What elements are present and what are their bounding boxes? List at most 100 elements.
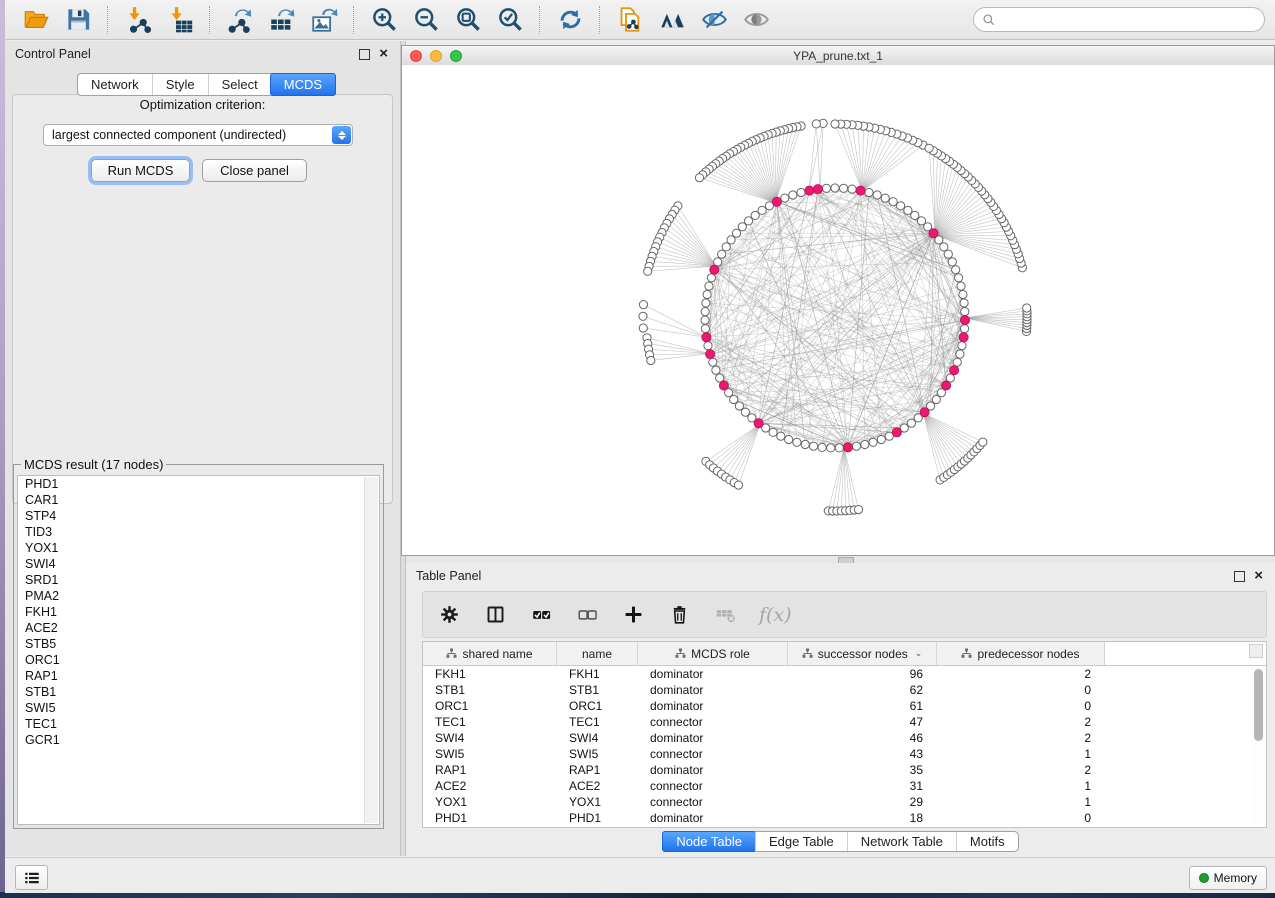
ring-node[interactable] xyxy=(810,442,818,450)
ring-node[interactable] xyxy=(889,198,897,206)
ring-node[interactable] xyxy=(881,194,889,202)
ring-node[interactable] xyxy=(911,211,919,219)
ring-node[interactable] xyxy=(953,358,961,366)
table-row[interactable]: ORC1ORC1dominator610 xyxy=(423,698,1266,714)
mcds-hub-node[interactable] xyxy=(892,428,901,437)
leaf-node[interactable] xyxy=(831,120,839,128)
mcds-result-item[interactable]: SRD1 xyxy=(18,572,379,588)
mcds-result-item[interactable]: GCR1 xyxy=(18,732,379,748)
leaf-node[interactable] xyxy=(639,324,647,332)
mcds-result-item[interactable]: PHD1 xyxy=(18,476,379,492)
ring-node[interactable] xyxy=(797,188,805,196)
ring-node[interactable] xyxy=(777,432,785,440)
table-row[interactable]: STB1STB1dominator620 xyxy=(423,682,1266,698)
table-scrollbar[interactable] xyxy=(1252,667,1265,827)
tab-node-table[interactable]: Node Table xyxy=(662,831,756,852)
table-row[interactable]: TEC1TEC1connector472 xyxy=(423,714,1266,730)
import-network-file-icon[interactable] xyxy=(123,5,153,35)
ring-node[interactable] xyxy=(818,443,826,451)
ring-node[interactable] xyxy=(897,202,905,210)
table-row[interactable]: SWI4SWI4dominator462 xyxy=(423,730,1266,746)
ring-node[interactable] xyxy=(940,243,948,251)
ring-node[interactable] xyxy=(848,185,856,193)
ring-node[interactable] xyxy=(960,299,968,307)
mcds-result-item[interactable]: ACE2 xyxy=(18,620,379,636)
ring-node[interactable] xyxy=(861,440,869,448)
ring-node[interactable] xyxy=(869,438,877,446)
ring-node[interactable] xyxy=(735,402,743,410)
tab-network-table[interactable]: Network Table xyxy=(847,832,956,851)
ring-node[interactable] xyxy=(827,444,835,452)
float-panel-icon[interactable] xyxy=(1234,571,1245,582)
close-panel-icon[interactable]: × xyxy=(1254,571,1263,581)
clone-network-icon[interactable] xyxy=(615,5,645,35)
mcds-hub-node[interactable] xyxy=(942,381,951,390)
mcds-hub-node[interactable] xyxy=(961,316,970,325)
tab-mcds[interactable]: MCDS xyxy=(270,73,336,96)
ring-node[interactable] xyxy=(944,250,952,258)
column-header-name[interactable]: name xyxy=(557,642,638,665)
ring-node[interactable] xyxy=(932,395,940,403)
save-session-icon[interactable] xyxy=(63,5,93,35)
criterion-dropdown[interactable]: largest connected component (undirected) xyxy=(43,124,353,146)
ring-node[interactable] xyxy=(718,250,726,258)
leaf-node[interactable] xyxy=(979,438,987,446)
table-settings-icon[interactable] xyxy=(437,603,461,627)
show-all-icon[interactable] xyxy=(741,5,771,35)
ring-node[interactable] xyxy=(712,366,720,374)
zoom-selected-icon[interactable] xyxy=(495,5,525,35)
memory-button[interactable]: Memory xyxy=(1189,866,1267,890)
mcds-result-item[interactable]: SWI4 xyxy=(18,556,379,572)
column-header-successor-nodes[interactable]: successor nodes⌄ xyxy=(788,642,937,665)
tab-select[interactable]: Select xyxy=(208,74,271,95)
close-panel-icon[interactable]: × xyxy=(379,49,388,59)
mcds-hub-node[interactable] xyxy=(920,408,929,417)
ring-node[interactable] xyxy=(722,243,730,251)
column-header-predecessor-nodes[interactable]: predecessor nodes xyxy=(937,642,1105,665)
tab-style[interactable]: Style xyxy=(152,74,208,95)
ring-node[interactable] xyxy=(955,274,963,282)
mcds-result-item[interactable]: TEC1 xyxy=(18,716,379,732)
mcds-result-item[interactable]: YOX1 xyxy=(18,540,379,556)
column-header-shared-name[interactable]: shared name xyxy=(423,642,557,665)
import-table-file-icon[interactable] xyxy=(165,5,195,35)
ring-node[interactable] xyxy=(801,440,809,448)
horizontal-splitter[interactable] xyxy=(406,556,1275,563)
leaf-node[interactable] xyxy=(854,506,862,514)
search-box[interactable] xyxy=(973,7,1265,32)
float-panel-icon[interactable] xyxy=(359,49,370,60)
ring-node[interactable] xyxy=(952,266,960,274)
mcds-result-item[interactable]: STB1 xyxy=(18,684,379,700)
ring-node[interactable] xyxy=(781,194,789,202)
network-canvas[interactable] xyxy=(402,65,1274,555)
close-panel-button[interactable]: Close panel xyxy=(202,159,307,182)
mcds-result-item[interactable]: PMA2 xyxy=(18,588,379,604)
export-table-icon[interactable] xyxy=(267,5,297,35)
ring-node[interactable] xyxy=(958,342,966,350)
run-mcds-button[interactable]: Run MCDS xyxy=(91,159,190,182)
mcds-hub-node[interactable] xyxy=(710,265,719,274)
leaf-node[interactable] xyxy=(812,120,820,128)
select-all-icon[interactable] xyxy=(529,603,553,627)
ring-node[interactable] xyxy=(873,191,881,199)
table-row[interactable]: YOX1YOX1connector291 xyxy=(423,794,1266,810)
ring-node[interactable] xyxy=(961,308,969,316)
mcds-hub-node[interactable] xyxy=(772,197,781,206)
table-row[interactable]: RAP1RAP1dominator352 xyxy=(423,762,1266,778)
leaf-node[interactable] xyxy=(639,312,647,320)
leaf-node[interactable] xyxy=(1023,304,1031,312)
ring-node[interactable] xyxy=(959,290,967,298)
ring-node[interactable] xyxy=(852,442,860,450)
mcds-hub-node[interactable] xyxy=(706,350,715,359)
ring-node[interactable] xyxy=(701,325,709,333)
mcds-result-item[interactable]: FKH1 xyxy=(18,604,379,620)
mcds-result-item[interactable]: ORC1 xyxy=(18,652,379,668)
mcds-result-item[interactable]: STP4 xyxy=(18,508,379,524)
leaf-node[interactable] xyxy=(647,356,655,364)
mcds-hub-node[interactable] xyxy=(719,381,728,390)
table-row[interactable]: ACE2ACE2connector311 xyxy=(423,778,1266,794)
apply-layout-icon[interactable] xyxy=(555,5,585,35)
ring-node[interactable] xyxy=(785,435,793,443)
ring-node[interactable] xyxy=(907,419,915,427)
leaf-node[interactable] xyxy=(925,144,933,152)
